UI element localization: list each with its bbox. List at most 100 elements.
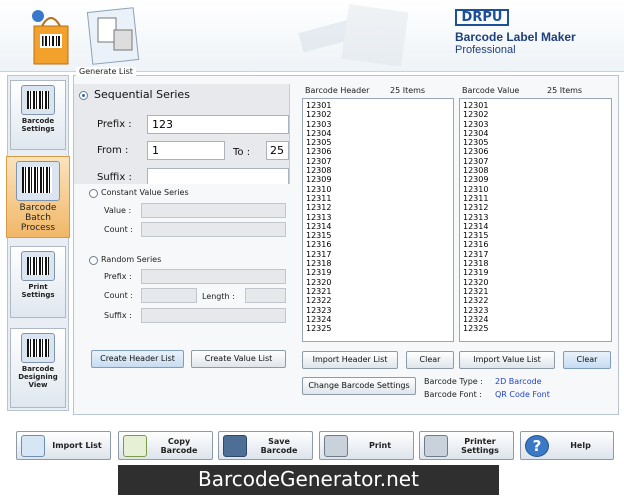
printer-settings-icon [424,435,448,457]
sequential-series-radio[interactable] [79,91,88,100]
list-item[interactable]: 12315 [306,231,450,240]
list-item[interactable]: 12325 [463,324,608,333]
clear-header-button[interactable]: Clear [406,351,454,369]
list-item[interactable]: 12304 [463,129,608,138]
nav-barcode-settings[interactable]: Barcode Settings [10,80,66,150]
list-item[interactable]: 12302 [306,110,450,119]
import-value-list-button[interactable]: Import Value List [459,351,555,369]
footer-watermark: BarcodeGenerator.net [118,465,499,495]
list-item[interactable]: 12325 [306,324,450,333]
random-prefix-label: Prefix : [104,272,132,281]
list-item[interactable]: 12308 [306,166,450,175]
list-item[interactable]: 12302 [463,110,608,119]
list-item[interactable]: 12309 [306,175,450,184]
list-item[interactable]: 12315 [463,231,608,240]
import-list-button[interactable]: Import List [16,431,111,460]
barcode-value-count: 25 Items [547,86,583,95]
list-item[interactable]: 12303 [306,120,450,129]
list-item[interactable]: 12308 [463,166,608,175]
from-input[interactable]: 1 [147,141,225,160]
list-item[interactable]: 12320 [463,278,608,287]
list-item[interactable]: 12323 [463,306,608,315]
random-length-input[interactable] [245,288,286,303]
copy-barcode-button[interactable]: Copy Barcode [118,431,213,460]
list-item[interactable]: 12303 [463,120,608,129]
import-list-icon [21,435,45,457]
random-count-input[interactable] [141,288,197,303]
nav-print-settings[interactable]: Print Settings [10,246,66,318]
nav-barcode-designing-view[interactable]: Barcode Designing View [10,328,66,408]
list-item[interactable]: 12316 [463,240,608,249]
to-input[interactable]: 25 [266,141,289,160]
nav-barcode-batch-process[interactable]: Barcode Batch Process [6,156,70,238]
prefix-input[interactable]: 123 [147,115,289,134]
random-series-radio[interactable] [89,256,98,265]
help-button[interactable]: ? Help [520,431,614,460]
list-item[interactable]: 12324 [306,315,450,324]
list-item[interactable]: 12318 [463,259,608,268]
list-item[interactable]: 12306 [306,147,450,156]
create-value-list-button[interactable]: Create Value List [191,350,286,368]
suffix-label: Suffix : [97,172,132,183]
import-header-list-button[interactable]: Import Header List [302,351,398,369]
list-item[interactable]: 12313 [463,213,608,222]
list-item[interactable]: 12310 [463,185,608,194]
random-length-label: Length : [202,292,235,301]
barcode-header-count: 25 Items [390,86,426,95]
random-count-label: Count : [104,291,133,300]
list-item[interactable]: 12316 [306,240,450,249]
constant-series-radio[interactable] [89,189,98,198]
barcode-header-title: Barcode Header [305,86,370,95]
list-item[interactable]: 12310 [306,185,450,194]
list-item[interactable]: 12307 [306,157,450,166]
create-header-list-button[interactable]: Create Header List [91,350,184,368]
list-item[interactable]: 12319 [306,268,450,277]
constant-series-label: Constant Value Series [101,188,189,197]
list-item[interactable]: 12324 [463,315,608,324]
list-item[interactable]: 12319 [463,268,608,277]
barcode-header-list[interactable]: 12301 12302 12303 12304 12305 12306 12307 12308… [302,98,454,342]
list-item[interactable]: 12323 [306,306,450,315]
printer-settings-button[interactable]: Printer Settings [419,431,514,460]
list-item[interactable]: 12322 [306,296,450,305]
import-list-label: Import List [52,441,102,450]
list-item[interactable]: 12314 [306,222,450,231]
list-item[interactable]: 12306 [463,147,608,156]
list-item[interactable]: 12317 [463,250,608,259]
list-item[interactable]: 12309 [463,175,608,184]
list-item[interactable]: 12301 [463,101,608,110]
list-item[interactable]: 12314 [463,222,608,231]
list-item[interactable]: 12307 [463,157,608,166]
list-item[interactable]: 12312 [306,203,450,212]
save-barcode-button[interactable]: Save Barcode [218,431,313,460]
random-suffix-input[interactable] [141,308,286,323]
list-item[interactable]: 12322 [463,296,608,305]
barcode-value-list[interactable]: 12301 12302 12303 12304 12305 12306 12307 12308… [459,98,612,342]
list-item[interactable]: 12318 [306,259,450,268]
list-item[interactable]: 12305 [463,138,608,147]
list-item[interactable]: 12312 [463,203,608,212]
list-item[interactable]: 12320 [306,278,450,287]
list-item[interactable]: 12321 [306,287,450,296]
constant-value-input[interactable] [141,203,286,218]
clear-value-button[interactable]: Clear [563,351,611,369]
list-item[interactable]: 12305 [306,138,450,147]
print-button[interactable]: Print [319,431,414,460]
list-item[interactable]: 12311 [463,194,608,203]
random-prefix-input[interactable] [141,269,286,284]
list-item[interactable]: 12304 [306,129,450,138]
list-item[interactable]: 12311 [306,194,450,203]
barcode-labels-icon [86,7,140,65]
list-item[interactable]: 12317 [306,250,450,259]
list-item[interactable]: 12321 [463,287,608,296]
change-barcode-settings-button[interactable]: Change Barcode Settings [302,377,416,395]
app-subtitle: Professional [455,44,516,56]
save-barcode-label: Save Barcode [260,436,298,455]
constant-count-input[interactable] [141,222,286,237]
barcode-value-title: Barcode Value [462,86,520,95]
from-label: From : [97,145,129,156]
list-item[interactable]: 12313 [306,213,450,222]
list-item[interactable]: 12301 [306,101,450,110]
shopping-bag-icon [32,10,69,65]
suffix-input[interactable] [147,168,289,184]
